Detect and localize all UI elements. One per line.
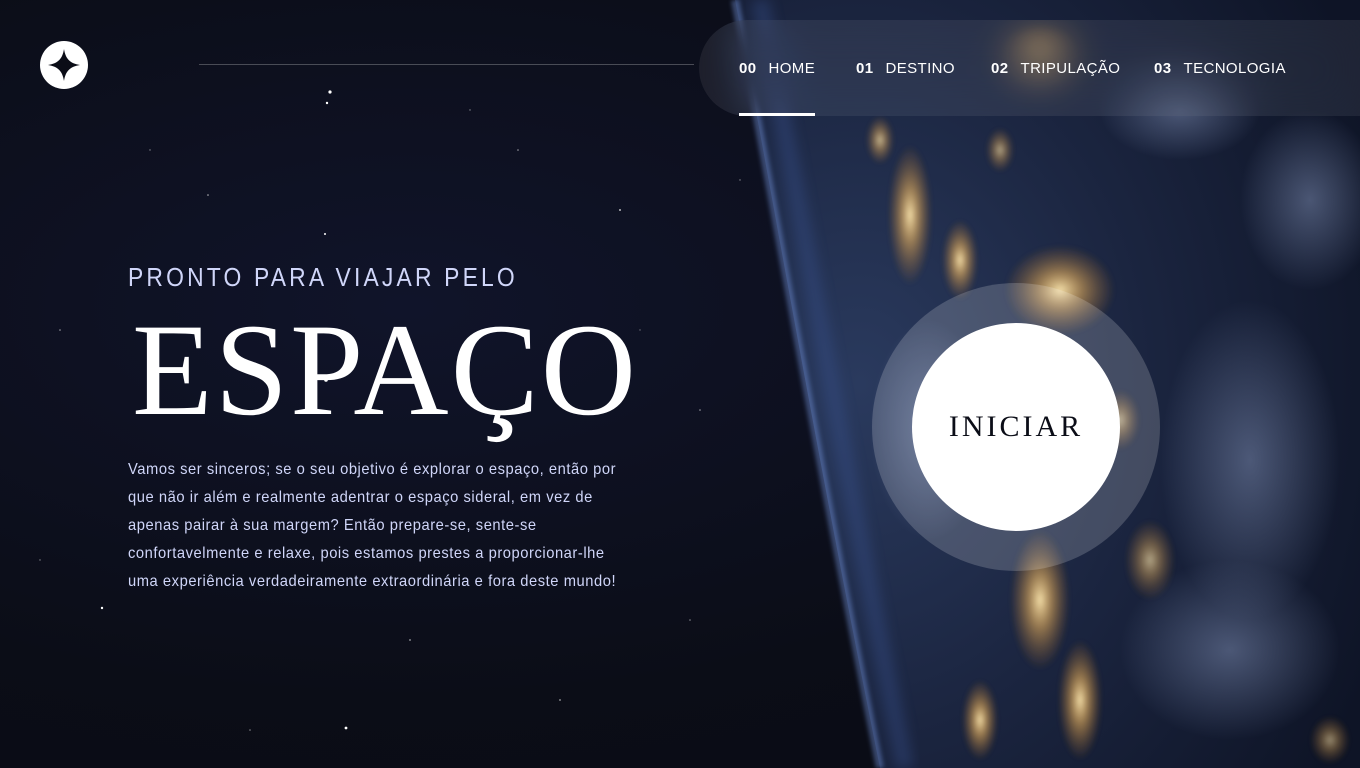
nav-item-number: 01 [856, 59, 874, 77]
nav-item-number: 02 [991, 59, 1009, 77]
four-point-star-icon [48, 49, 80, 81]
nav-item-tecnologia[interactable]: 03 TECNOLOGIA [1154, 20, 1286, 116]
nav-item-home[interactable]: 00 HOME [739, 20, 816, 116]
explore-button[interactable]: INICIAR [912, 323, 1120, 531]
nav-item-number: 03 [1154, 59, 1172, 77]
nav-item-tripulacao[interactable]: 02 TRIPULAÇÃO [991, 20, 1120, 116]
home-page: 00 HOME 01 DESTINO 02 TRIPULAÇÃO 03 TECN… [0, 0, 1360, 768]
hero-description: Vamos ser sinceros; se o seu objetivo é … [128, 461, 617, 590]
hero-title: ESPAÇO [132, 296, 639, 443]
nav-item-label: TECNOLOGIA [1183, 59, 1286, 77]
nav-item-number: 00 [739, 59, 757, 77]
nav-item-label: TRIPULAÇÃO [1020, 59, 1121, 77]
main-navigation: 00 HOME 01 DESTINO 02 TRIPULAÇÃO 03 TECN… [699, 20, 1360, 116]
nav-item-destino[interactable]: 01 DESTINO [856, 20, 955, 116]
brand-logo[interactable] [40, 41, 88, 89]
nav-item-label: DESTINO [885, 59, 955, 77]
nav-item-label: HOME [768, 59, 816, 77]
hero-eyebrow: PRONTO PARA VIAJAR PELO [128, 262, 518, 292]
header-divider [199, 64, 694, 65]
